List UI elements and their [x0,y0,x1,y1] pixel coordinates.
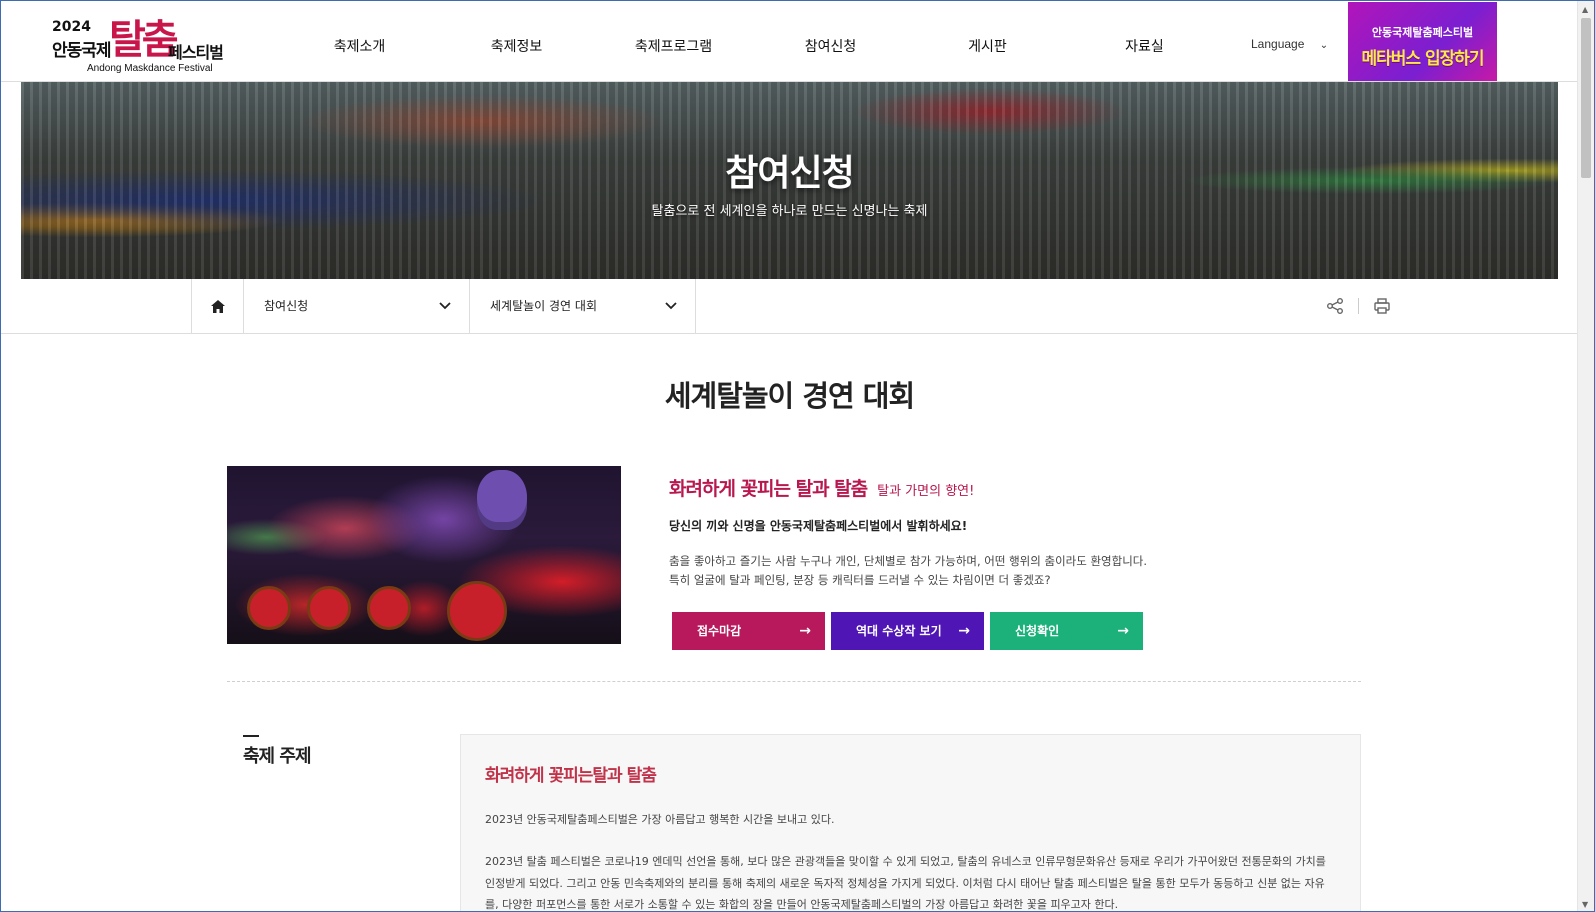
registration-closed-label: 접수마감 [697,624,742,638]
drum [307,586,351,630]
main-navigation: 축제소개 축제정보 축제프로그램 참여신청 게시판 자료실 [281,1,1223,81]
drum [447,581,507,641]
check-application-label: 신청확인 [1015,624,1060,638]
language-label: Language [1251,37,1305,51]
nav-participation[interactable]: 참여신청 [752,1,909,81]
intro-heading-main: 화려하게 꽃피는 탈과 탈춤 [669,478,868,500]
festival-logo[interactable]: 2024 안동국제 탈춤 페스티벌 Andong Maskdance Festi… [49,7,249,77]
page-title: 세계탈놀이 경연 대회 [664,379,915,413]
intro-heading: 화려하게 꽃피는 탈과 탈춤 탈과 가면의 향연! [669,474,974,501]
intro-lead: 당신의 끼와 신명을 안동국제탈춤페스티벌에서 발휘하세요! [669,519,968,533]
vertical-scrollbar[interactable]: ▲ ▼ [1577,1,1594,911]
depth2-select[interactable]: 세계탈놀이 경연 대회 [470,279,696,334]
scroll-up-icon[interactable]: ▲ [1582,5,1588,14]
logo-year: 2024 [52,19,91,35]
arrow-right-icon: → [799,623,811,639]
registration-closed-button[interactable]: 접수마감 → [672,612,825,650]
chevron-down-icon [439,302,451,310]
theme-paragraph-1: 2023년 안동국제탈춤페스티벌은 가장 아름답고 행복한 시간을 보내고 있다… [485,813,835,826]
browser-viewport: 2024 안동국제 탈춤 페스티벌 Andong Maskdance Festi… [0,0,1595,912]
intro-desc-line1: 춤을 좋아하고 즐기는 사람 누구나 개인, 단체별로 참가 가능하며, 어떤 … [669,554,1148,568]
arrow-right-icon: → [958,623,970,639]
drum [367,586,411,630]
nav-festival-intro[interactable]: 축제소개 [281,1,438,81]
language-selector[interactable]: Language ⌄ [1251,37,1328,51]
past-winners-label: 역대 수상작 보기 [856,624,942,638]
nav-festival-program[interactable]: 축제프로그램 [595,1,752,81]
intro-heading-sub: 탈과 가면의 향연! [877,484,975,499]
intro-desc-line2: 특히 얼굴에 탈과 페인팅, 분장 등 캐릭터를 드러낼 수 있는 차림이면 더… [669,573,1051,587]
metaverse-banner-line2: 메타버스 입장하기 [1361,49,1484,69]
logo-tal: 탈춤 [109,16,179,63]
hero-banner: 참여신청 탈춤으로 전 세계인을 하나로 만드는 신명나는 축제 [21,82,1558,279]
location-bar: 참여신청 세계탈놀이 경연 대회 [1,279,1578,334]
section-title: 축제 주제 [243,746,312,767]
arrow-right-icon: → [1117,623,1129,639]
nav-archive[interactable]: 자료실 [1066,1,1223,81]
logo-festival: 페스티벌 [168,43,224,62]
nav-board[interactable]: 게시판 [909,1,1066,81]
section-title-mark [243,735,259,737]
drum [247,586,291,630]
depth2-label: 세계탈놀이 경연 대회 [490,299,597,313]
giant-mask-figure [477,470,527,530]
share-icon[interactable] [1326,297,1344,315]
theme-paragraph-2: 2023년 탈춤 페스티벌은 코로나19 엔데믹 선언을 통해, 보다 많은 관… [485,855,1326,911]
logo-english: Andong Maskdance Festival [87,63,213,74]
tool-separator [1358,298,1359,314]
metaverse-entry-banner[interactable]: 안동국제탈춤페스티벌 메타버스 입장하기 [1348,2,1497,81]
print-icon[interactable] [1373,297,1391,315]
maskdance-performance-photo [227,466,621,644]
nav-festival-info[interactable]: 축제정보 [438,1,595,81]
chevron-down-icon [665,302,677,310]
chevron-down-icon: ⌄ [1319,40,1329,51]
check-application-button[interactable]: 신청확인 → [990,612,1143,650]
scroll-down-icon[interactable]: ▼ [1582,900,1588,909]
hero-subtitle: 탈춤으로 전 세계인을 하나로 만드는 신명나는 축제 [651,204,928,219]
depth1-label: 참여신청 [264,299,309,313]
depth1-select[interactable]: 참여신청 [244,279,470,334]
scrollbar-thumb[interactable] [1581,18,1591,178]
intro-description: 춤을 좋아하고 즐기는 사람 누구나 개인, 단체별로 참가 가능하며, 어떤 … [669,552,1209,590]
page-tools [1326,297,1391,315]
section-divider [227,681,1361,682]
theme-heading: 화려하게 꽃피는탈과 탈춤 [485,766,657,786]
past-winners-button[interactable]: 역대 수상작 보기 → [831,612,984,650]
metaverse-banner-line1: 안동국제탈춤페스티벌 [1371,26,1474,39]
hero-title: 참여신청 [725,153,854,194]
site-header: 2024 안동국제 탈춤 페스티벌 Andong Maskdance Festi… [1,1,1578,82]
theme-box: 화려하게 꽃피는탈과 탈춤 2023년 안동국제탈춤페스티벌은 가장 아름답고 … [460,734,1361,911]
logo-andong: 안동국제 [52,41,112,61]
home-button[interactable] [191,279,244,334]
home-icon [210,300,225,313]
